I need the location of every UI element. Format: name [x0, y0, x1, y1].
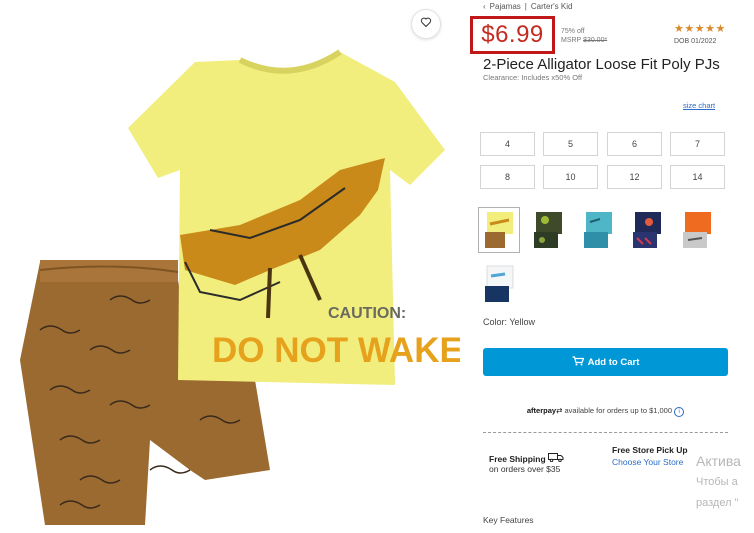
swatch-orange[interactable]: [679, 210, 715, 250]
dob-label: DOB 01/2022: [674, 38, 717, 45]
afterpay-logo: afterpay: [526, 406, 557, 415]
size-option-5[interactable]: 5: [543, 132, 598, 156]
afterpay-text: available for orders up to $1,000: [564, 406, 673, 415]
key-features-heading[interactable]: Key Features: [483, 515, 534, 525]
swatch-navy[interactable]: [629, 210, 665, 250]
breadcrumb-brand[interactable]: Carter's Kid: [531, 2, 573, 11]
dashed-divider: [483, 432, 728, 433]
size-option-7[interactable]: 7: [670, 132, 725, 156]
heart-icon: [420, 15, 432, 33]
size-option-6[interactable]: 6: [607, 132, 662, 156]
cart-icon: [572, 355, 585, 369]
shirt-text-caution: CAUTION:: [328, 305, 406, 322]
choose-store-link[interactable]: Choose Your Store: [612, 457, 683, 467]
percent-off: 75% off: [561, 28, 585, 35]
product-title: 2-Piece Alligator Loose Fit Poly PJs: [483, 56, 720, 73]
msrp: MSRP $30.00*: [561, 37, 607, 44]
activation-watermark-line2: Чтобы а: [696, 476, 738, 488]
color-label: Color: Yellow: [483, 317, 536, 327]
add-to-cart-label: Add to Cart: [587, 356, 640, 368]
swatch-blue-shark[interactable]: [580, 210, 616, 250]
breadcrumb: ‹ Pajamas | Carter's Kid: [483, 2, 576, 11]
free-shipping-label: Free Shipping: [489, 454, 546, 464]
size-option-12[interactable]: 12: [607, 165, 662, 189]
breadcrumb-pajamas[interactable]: Pajamas: [490, 2, 521, 11]
msrp-value: $30.00*: [583, 37, 608, 44]
product-image: CAUTION: DO NOT WAKE!: [0, 0, 474, 528]
size-chart-link[interactable]: size chart: [683, 101, 715, 110]
afterpay-row: afterpay⇄ available for orders up to $1,…: [483, 406, 728, 417]
size-option-4[interactable]: 4: [480, 132, 535, 156]
swatch-camo[interactable]: [530, 210, 566, 250]
clearance-note: Clearance: Includes x50% Off: [483, 73, 583, 82]
price-highlight-box: $6.99: [470, 16, 555, 54]
wishlist-button[interactable]: [411, 9, 441, 39]
add-to-cart-button[interactable]: Add to Cart: [483, 348, 728, 376]
size-option-14[interactable]: 14: [670, 165, 725, 189]
shirt-text-do-not-wake: DO NOT WAKE!: [212, 331, 460, 370]
activation-watermark-line3: раздел ": [696, 497, 739, 509]
truck-icon: [548, 453, 564, 464]
activation-watermark-line1: Актива: [696, 453, 741, 469]
info-icon[interactable]: i: [674, 407, 685, 417]
chevron-left-icon: ‹: [483, 2, 486, 11]
rating-stars[interactable]: ★★★★★: [674, 22, 726, 35]
free-shipping-subtitle: on orders over $35: [489, 464, 561, 474]
breadcrumb-separator: |: [524, 2, 527, 11]
current-price: $6.99: [481, 21, 544, 48]
size-option-8[interactable]: 8: [480, 165, 535, 189]
swatch-white-navy[interactable]: [481, 264, 517, 304]
free-shipping-title: Free Shipping: [489, 452, 564, 464]
store-pickup-title: Free Store Pick Up: [612, 445, 688, 455]
swatch-yellow[interactable]: [478, 207, 520, 253]
msrp-label: MSRP: [561, 37, 582, 44]
size-option-10[interactable]: 10: [543, 165, 598, 189]
